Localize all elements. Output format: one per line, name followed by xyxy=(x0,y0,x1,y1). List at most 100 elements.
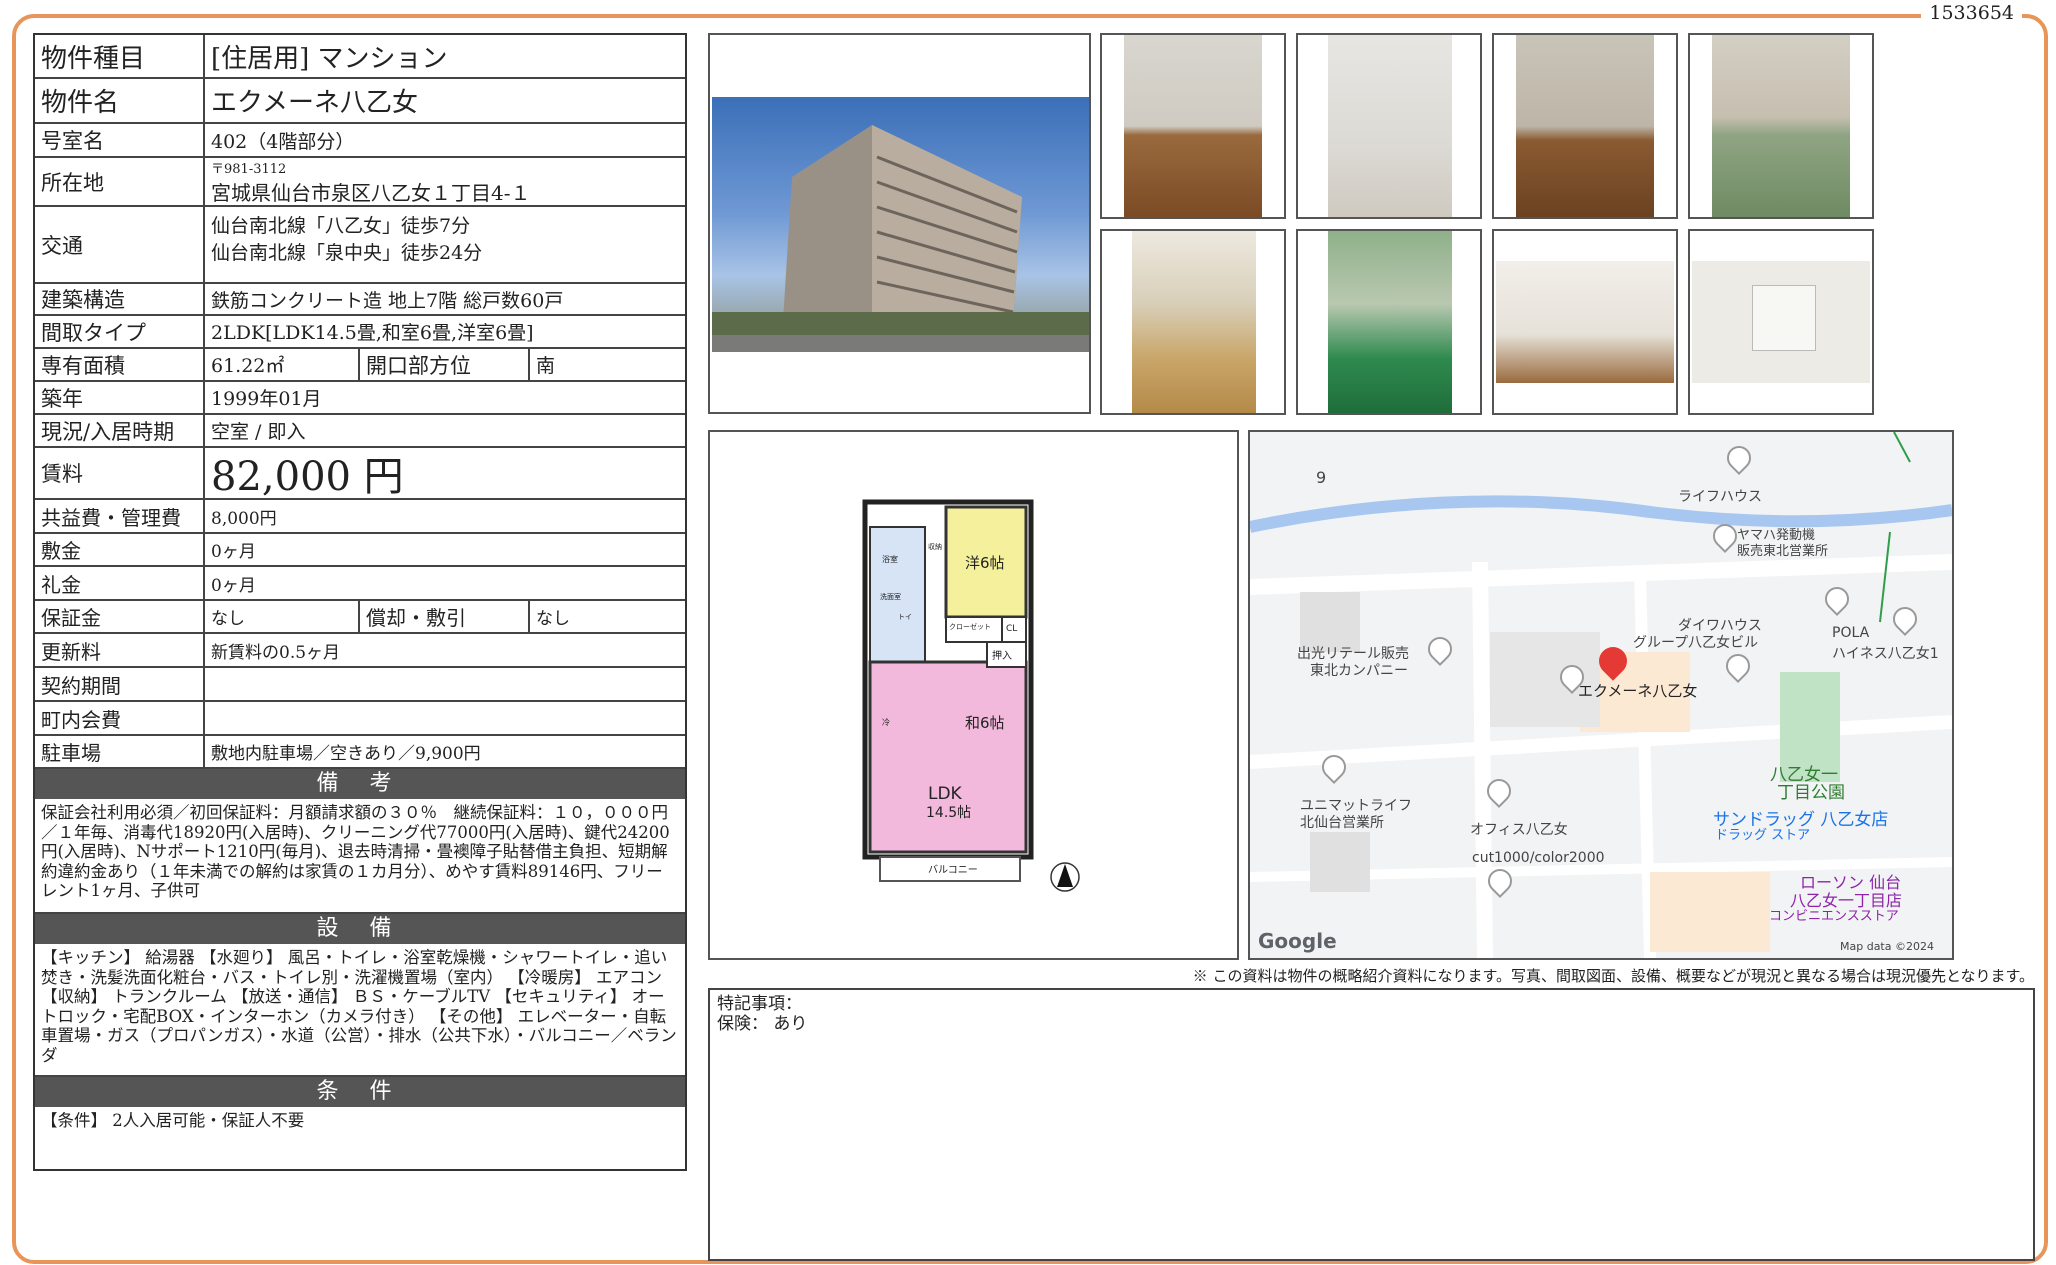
row-fee: 共益費・管理費 8,000円 xyxy=(35,500,685,534)
room-value: 402（4階部分） xyxy=(211,130,355,153)
direction-value: 南 xyxy=(528,349,685,380)
structure-value: 鉄筋コンクリート造 地上7階 総戸数60戸 xyxy=(211,289,564,312)
contract-value xyxy=(205,668,685,700)
transit-cell: 仙台南北線「八乙女」徒歩7分 仙台南北線「泉中央」徒歩24分 xyxy=(205,207,685,282)
photo-balcony xyxy=(1296,229,1482,415)
map-label: ハイネス八乙女1 xyxy=(1832,646,1939,662)
row-type: 物件種目 [住居用] マンション xyxy=(35,35,685,79)
floorplan-storage: 収納 xyxy=(928,543,942,551)
transit-label: 交通 xyxy=(35,207,205,282)
exterior-photo xyxy=(708,33,1091,414)
map-label: cut1000/color2000 xyxy=(1472,850,1605,866)
map-shop-label: コンビニエンスストア xyxy=(1769,909,1899,924)
guarantee-label: 保証金 xyxy=(35,601,205,632)
remarks-heading: 備 考 xyxy=(35,769,685,799)
room-label: 号室名 xyxy=(35,124,205,156)
community-label: 町内会費 xyxy=(35,702,205,734)
row-contract: 契約期間 xyxy=(35,668,685,702)
floorplan-bath: 浴室 xyxy=(882,555,898,564)
type-value: [住居用] マンション xyxy=(211,43,448,74)
direction-label: 開口部方位 xyxy=(358,349,528,380)
status-value: 空室 / 即入 xyxy=(211,421,306,443)
transit-line-1: 仙台南北線「八乙女」徒歩7分 xyxy=(211,215,471,237)
transit-line-2: 仙台南北線「泉中央」徒歩24分 xyxy=(211,242,483,264)
document-id: 1533654 xyxy=(1921,2,2022,24)
floorplan-fridge: 冷 xyxy=(882,718,890,727)
map-label: POLA xyxy=(1832,625,1870,641)
map-label: ライフハウス xyxy=(1678,489,1762,505)
insurance-note: 保険： あり xyxy=(717,1014,808,1034)
row-renewal: 更新料 新賃料の0.5ヶ月 xyxy=(35,634,685,668)
map-park-label: 丁目公園 xyxy=(1777,783,1845,803)
row-transit: 交通 仙台南北線「八乙女」徒歩7分 仙台南北線「泉中央」徒歩24分 xyxy=(35,207,685,284)
disclaimer: ※ この資料は物件の概略紹介資料になります。写真、間取図面、設備、概要などが現況… xyxy=(1192,967,2034,985)
name-value: エクメーネ八乙女 xyxy=(211,88,418,118)
renewal-value: 新賃料の0.5ヶ月 xyxy=(211,642,341,663)
map-label: 北仙台営業所 xyxy=(1300,815,1384,831)
row-layout: 間取タイプ 2LDK[LDK14.5畳,和室6畳,洋室6畳] xyxy=(35,316,685,349)
floor-plan: 洋6帖 和6帖 LDK 14.5帖 バルコニー クローゼット CL 押入 浴室 … xyxy=(708,430,1239,960)
photo-japanese-room xyxy=(1688,33,1874,219)
row-name: 物件名 エクメーネ八乙女 xyxy=(35,79,685,124)
amort-label: 償却・敷引 xyxy=(358,601,528,632)
row-structure: 建築構造 鉄筋コンクリート造 地上7階 総戸数60戸 xyxy=(35,284,685,316)
google-logo: Google xyxy=(1258,929,1337,953)
layout-value: 2LDK[LDK14.5畳,和室6畳,洋室6畳] xyxy=(211,322,534,344)
rent-label: 賃料 xyxy=(35,448,205,498)
guarantee-value: なし xyxy=(211,609,245,629)
property-table: 物件種目 [住居用] マンション 物件名 エクメーネ八乙女 号室名 402（4階… xyxy=(33,33,687,1171)
row-rent: 賃料 82,000 円 xyxy=(35,448,685,500)
postal-code: 〒981-3112 xyxy=(211,161,287,177)
floorplan-closet: クローゼット xyxy=(949,623,991,631)
map-property-label: エクメーネ八乙女 xyxy=(1578,682,1698,700)
row-guarantee: 保証金 なし 償却・敷引 なし xyxy=(35,601,685,634)
special-notes-box: 特記事項： 保険： あり xyxy=(708,988,2035,1261)
name-label: 物件名 xyxy=(35,79,205,122)
floorplan-cl: CL xyxy=(1006,624,1018,634)
special-notes-title: 特記事項： xyxy=(717,994,802,1014)
floorplan-oshiire: 押入 xyxy=(992,651,1012,662)
address-cell: 〒981-3112 宮城県仙台市泉区八乙女１丁目4-１ xyxy=(205,158,685,205)
area-label: 専有面積 xyxy=(35,349,205,380)
structure-label: 建築構造 xyxy=(35,284,205,314)
status-label: 現況/入居時期 xyxy=(35,415,205,446)
community-value xyxy=(205,702,685,734)
parking-label: 駐車場 xyxy=(35,736,205,767)
built-value: 1999年01月 xyxy=(211,388,322,410)
row-area: 専有面積 61.22㎡ 開口部方位 南 xyxy=(35,349,685,382)
floorplan-washroom: 洗面室 xyxy=(880,593,901,601)
area-value: 61.22㎡ xyxy=(211,355,285,377)
conditions-text: 【条件】 2人入居可能・保証人不要 xyxy=(41,1111,305,1130)
row-address: 所在地 〒981-3112 宮城県仙台市泉区八乙女１丁目4-１ xyxy=(35,158,685,207)
row-keymoney: 礼金 0ヶ月 xyxy=(35,567,685,601)
address-label: 所在地 xyxy=(35,158,205,205)
map-shop-label: ドラッグ ストア xyxy=(1715,828,1811,843)
floorplan-japanese-room: 和6帖 xyxy=(965,714,1005,732)
deposit-label: 敷金 xyxy=(35,534,205,565)
deposit-value: 0ヶ月 xyxy=(211,542,256,562)
address-text: 宮城県仙台市泉区八乙女１丁目4-１ xyxy=(211,180,531,205)
map-road-number: 9 xyxy=(1316,468,1327,487)
photo-closet xyxy=(1492,229,1678,415)
row-community: 町内会費 xyxy=(35,702,685,736)
row-parking: 駐車場 敷地内駐車場／空きあり／9,900円 xyxy=(35,736,685,769)
map-label: オフィス八乙女 xyxy=(1470,822,1568,838)
type-label: 物件種目 xyxy=(35,35,205,77)
fee-label: 共益費・管理費 xyxy=(35,500,205,532)
parking-value: 敷地内駐車場／空きあり／9,900円 xyxy=(211,744,481,764)
floorplan-toilet: トイ xyxy=(898,613,912,621)
floorplan-balcony: バルコニー xyxy=(928,865,978,876)
photo-western-room xyxy=(1492,33,1678,219)
location-map[interactable]: 9 ライフハウス ヤマハ発動機 販売東北営業所 ダイワハウス グループ八乙女ビル… xyxy=(1248,430,1954,960)
floorplan-ldk-size: 14.5帖 xyxy=(926,805,972,821)
map-label: 販売東北営業所 xyxy=(1737,544,1829,559)
remarks-text: 保証会社利用必須／初回保証料：月額請求額の３０％ 継続保証料：１０，０００円／１… xyxy=(35,799,685,914)
rent-value: 82,000 円 xyxy=(211,454,404,500)
photo-intercom-panel xyxy=(1688,229,1874,415)
photo-bathroom xyxy=(1296,33,1482,219)
keymoney-label: 礼金 xyxy=(35,567,205,599)
map-label: グループ八乙女ビル xyxy=(1633,635,1759,651)
equipment-heading: 設 備 xyxy=(35,914,685,944)
map-attribution: Map data ©2024 xyxy=(1840,940,1934,953)
built-label: 築年 xyxy=(35,382,205,413)
